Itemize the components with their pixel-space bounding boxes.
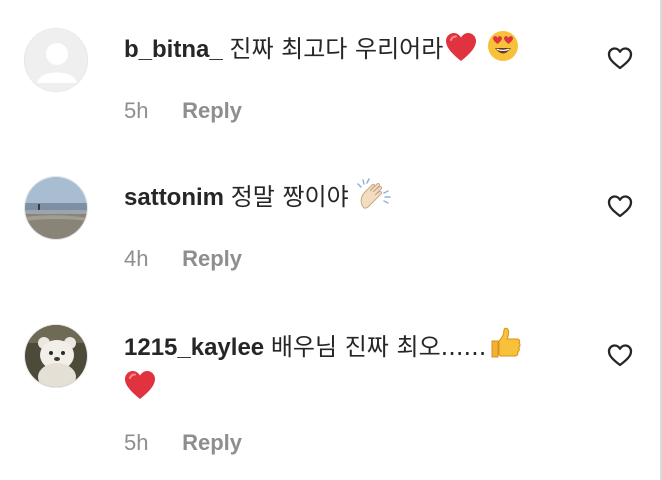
beach-photo-icon [25, 177, 87, 239]
comment-timestamp[interactable]: 4h [124, 246, 168, 272]
comment-timestamp[interactable]: 5h [124, 98, 168, 124]
comment-meta: 4h Reply [124, 246, 242, 272]
reply-button[interactable]: Reply [182, 246, 242, 271]
comment-meta: 5h Reply [124, 98, 242, 124]
comment-body: 배우님 진짜 최오...... [270, 333, 487, 361]
reply-button[interactable]: Reply [182, 430, 242, 455]
avatar-default[interactable] [24, 28, 88, 92]
default-avatar-icon [25, 29, 87, 91]
clapping-hands-icon [356, 178, 393, 220]
avatar-beach-photo[interactable] [24, 176, 88, 240]
thumbs-up-icon [488, 326, 522, 370]
comment-meta: 5h Reply [124, 430, 242, 456]
like-button[interactable] [606, 192, 634, 220]
comment-username[interactable]: 1215_kaylee [124, 334, 264, 361]
bear-photo-icon [25, 325, 87, 387]
heart-outline-icon [607, 344, 633, 367]
avatar-bear-photo[interactable] [24, 324, 88, 388]
comment-text: 1215_kaylee 배우님 진짜 최오...... [124, 326, 574, 410]
comment-timestamp[interactable]: 5h [124, 430, 168, 456]
heart-outline-icon [607, 47, 633, 70]
comment-text: sattonim 정말 짱이야 [124, 178, 574, 220]
comment-username[interactable]: sattonim [124, 184, 224, 211]
comment-body: 정말 짱이야 [230, 183, 349, 211]
comment-text: b_bitna_ 진짜 최고다 우리어라 [124, 30, 574, 72]
comment-username[interactable]: b_bitna_ [124, 36, 223, 63]
comment-body: 진짜 최고다 우리어라 [229, 35, 444, 63]
heart-outline-icon [607, 195, 633, 218]
heart-eyes-face-icon [487, 30, 519, 72]
red-heart-icon [124, 370, 156, 410]
reply-button[interactable]: Reply [182, 98, 242, 123]
like-button[interactable] [606, 44, 634, 72]
red-heart-icon [445, 32, 477, 72]
like-button[interactable] [606, 341, 634, 369]
